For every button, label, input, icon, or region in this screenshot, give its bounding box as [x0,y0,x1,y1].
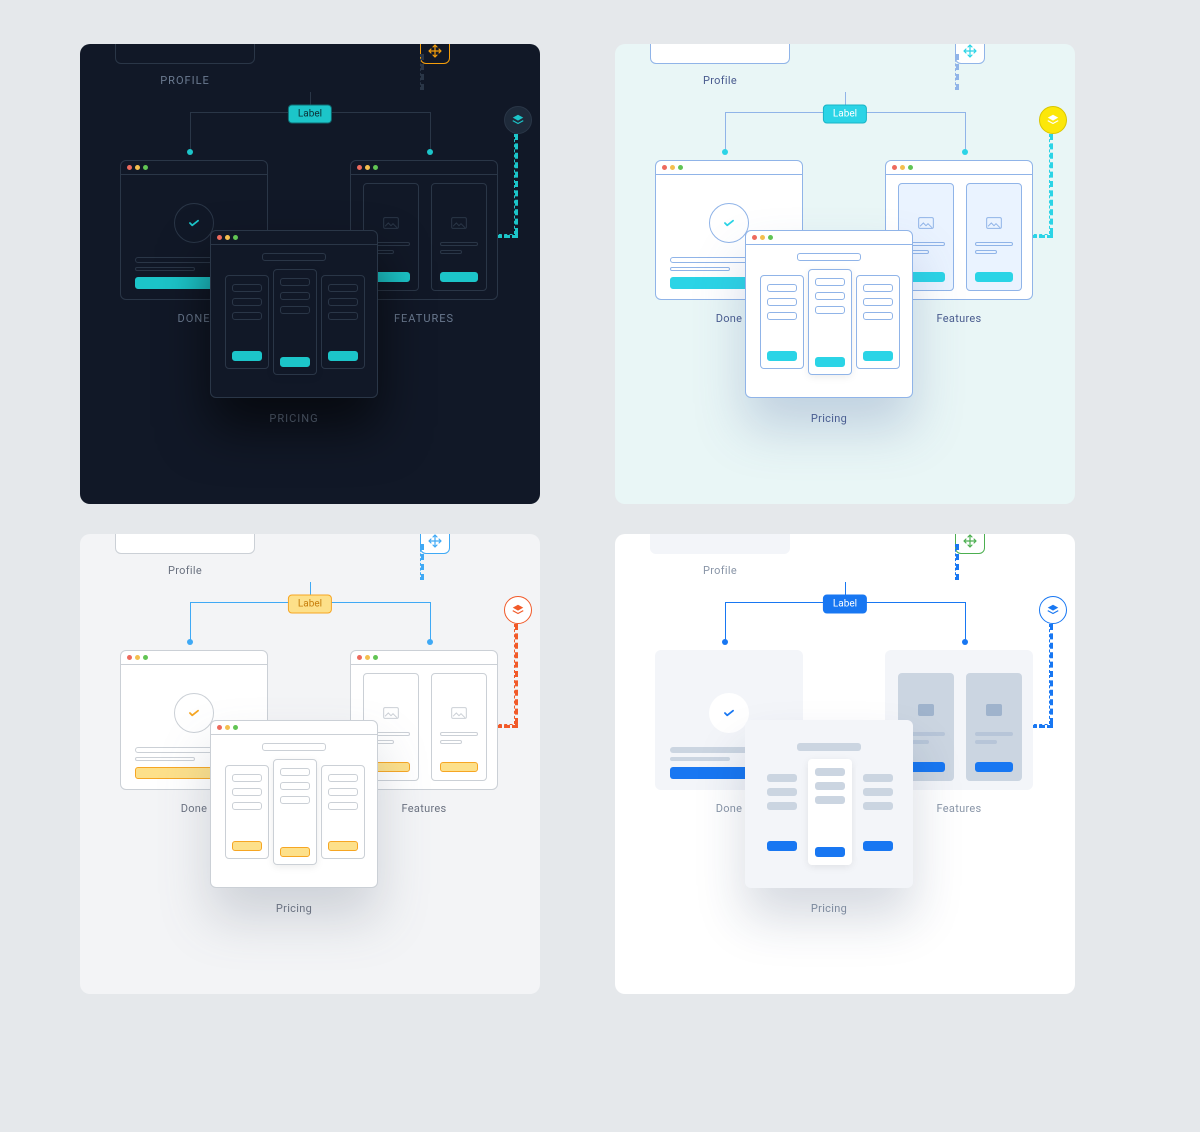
theme-panel-blue: Profile Label Done Features Pricing [615,534,1075,994]
pricing-window[interactable] [210,230,378,398]
pricing-window[interactable] [745,720,913,888]
pricing-window[interactable] [210,720,378,888]
connector[interactable] [190,112,191,152]
done-label[interactable]: Done [716,312,743,325]
features-label[interactable]: Features [937,802,982,815]
layers-icon[interactable] [504,596,532,624]
features-label[interactable]: Features [402,802,447,815]
profile-window[interactable] [650,44,790,64]
connector-node[interactable] [962,149,968,155]
features-label[interactable]: FEATURES [394,312,454,325]
profile-label[interactable]: Profile [703,74,737,87]
connector[interactable] [430,112,431,152]
connector[interactable] [420,54,424,90]
label-tag[interactable]: Label [823,595,867,614]
move-icon[interactable] [420,44,450,64]
label-tag[interactable]: Label [288,595,332,614]
theme-panel-teal: Profile Label Done Features Pricing [615,44,1075,504]
connector-node[interactable] [187,149,193,155]
connector[interactable] [420,544,424,580]
connector[interactable] [1049,624,1053,724]
pricing-label[interactable]: PRICING [269,412,318,425]
profile-window[interactable] [115,44,255,64]
theme-panel-dark: PROFILE Label DONE FEATURES PRICING [80,44,540,504]
connector[interactable] [190,602,191,642]
pricing-label[interactable]: Pricing [811,902,847,915]
done-label[interactable]: Done [716,802,743,815]
connector[interactable] [430,602,431,642]
connector[interactable] [955,54,959,90]
move-icon[interactable] [955,44,985,64]
connector[interactable] [725,112,726,152]
label-tag[interactable]: Label [823,105,867,124]
connector[interactable] [514,624,518,724]
layers-icon[interactable] [1039,106,1067,134]
connector[interactable] [955,544,959,580]
done-label[interactable]: DONE [178,312,211,325]
connector-node[interactable] [427,149,433,155]
pricing-label[interactable]: Pricing [276,902,312,915]
profile-label[interactable]: PROFILE [160,74,210,87]
connector[interactable] [1049,134,1053,234]
profile-window[interactable] [650,534,790,554]
label-tag[interactable]: Label [288,105,332,124]
connector[interactable] [965,112,966,152]
connector[interactable] [965,602,966,642]
connector[interactable] [725,602,726,642]
profile-label[interactable]: Profile [703,564,737,577]
connector-node[interactable] [427,639,433,645]
move-icon[interactable] [420,534,450,554]
connector-node[interactable] [962,639,968,645]
layers-icon[interactable] [504,106,532,134]
theme-panel-warm: Profile Label Done Features Pricing [80,534,540,994]
move-icon[interactable] [955,534,985,554]
connector-node[interactable] [187,639,193,645]
connector[interactable] [514,134,518,234]
layers-icon[interactable] [1039,596,1067,624]
pricing-label[interactable]: Pricing [811,412,847,425]
done-label[interactable]: Done [181,802,208,815]
features-label[interactable]: Features [937,312,982,325]
pricing-window[interactable] [745,230,913,398]
profile-label[interactable]: Profile [168,564,202,577]
profile-window[interactable] [115,534,255,554]
connector-node[interactable] [722,149,728,155]
connector-node[interactable] [722,639,728,645]
